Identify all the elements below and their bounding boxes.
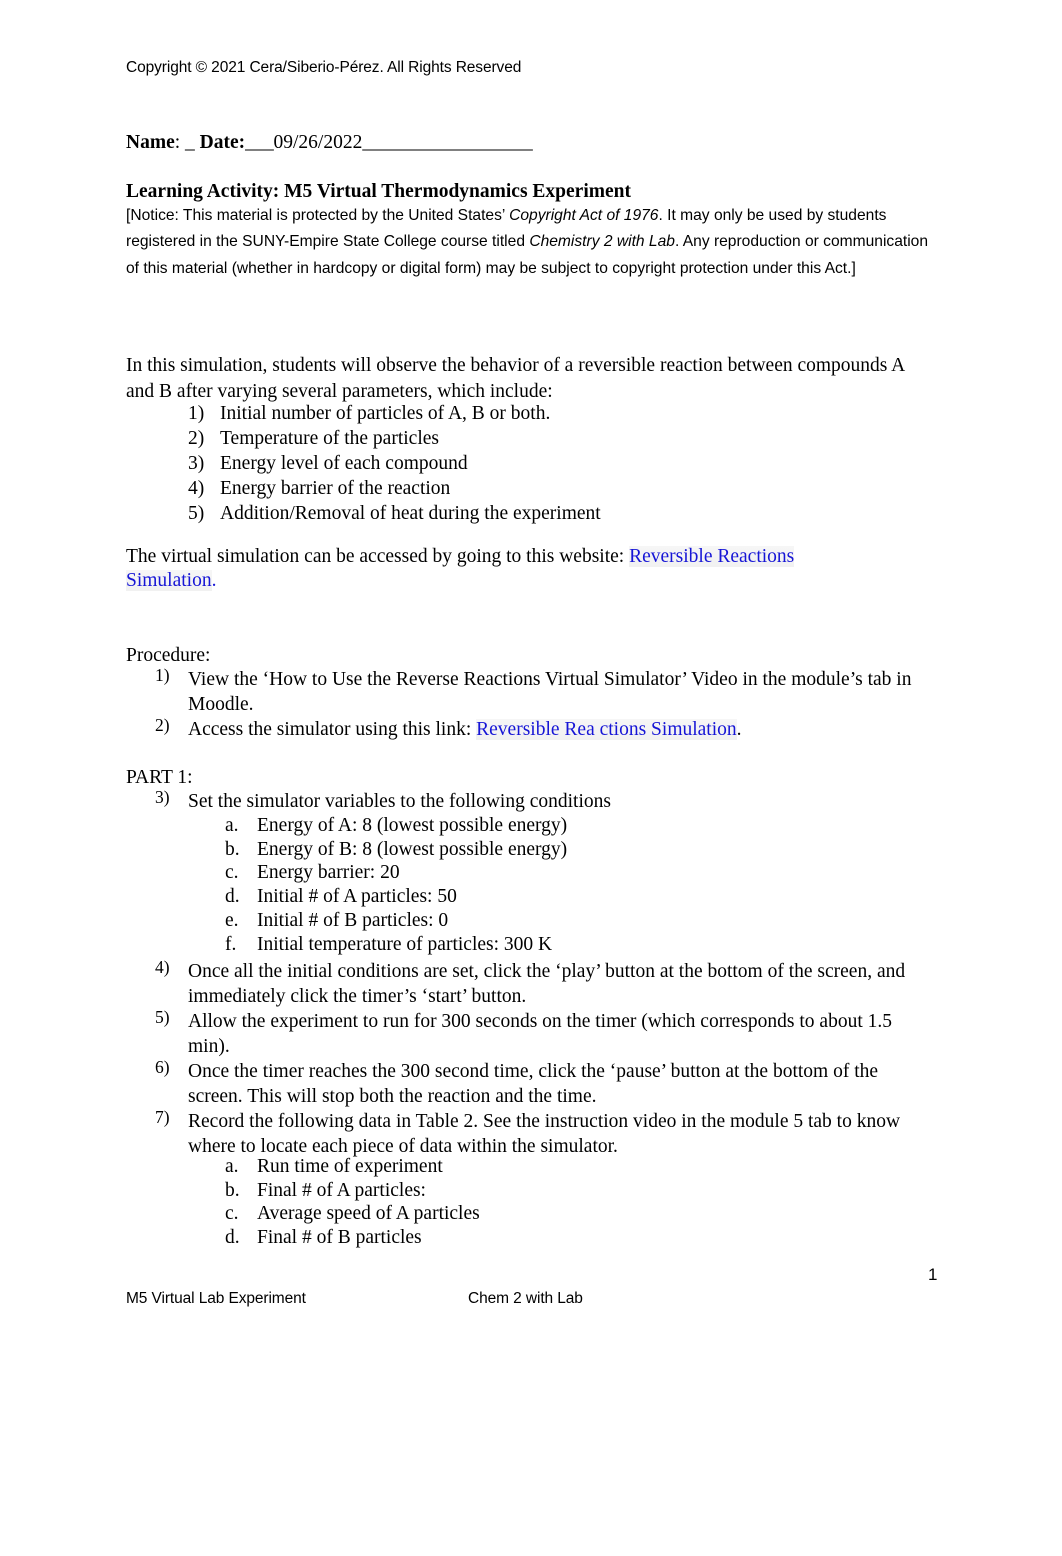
list-item-text: Energy level of each compound xyxy=(220,453,468,474)
list-item: b. Final # of A particles: xyxy=(225,1179,915,1203)
list-marker: 5) xyxy=(155,1007,170,1027)
list-marker: 1) xyxy=(188,403,205,424)
list-item-text: Energy barrier: 20 xyxy=(257,862,400,884)
list-marker: c. xyxy=(225,862,239,884)
footer-left-text: M5 Virtual Lab Experiment xyxy=(126,1290,306,1307)
list-item: 2) Temperature of the particles xyxy=(188,426,928,451)
list-marker: 6) xyxy=(155,1057,170,1077)
list-marker: 2) xyxy=(188,428,205,449)
list-marker: 7) xyxy=(155,1107,170,1127)
part-1-steps-4-7: 4) Once all the initial conditions are s… xyxy=(155,957,930,1159)
list-item: c. Energy barrier: 20 xyxy=(225,861,915,885)
reversible-reactions-simulation-link-2[interactable]: Reversible Rea ctions Simulation xyxy=(476,719,737,740)
date-prefix-rule: ___ xyxy=(245,132,274,153)
list-item: 5) Addition/Removal of heat during the e… xyxy=(188,501,928,526)
list-marker: 4) xyxy=(188,478,205,499)
date-value[interactable]: 09/26/2022 xyxy=(274,132,363,153)
list-item-text: Record the following data in Table 2. Se… xyxy=(188,1111,901,1157)
list-item-text: Allow the experiment to run for 300 seco… xyxy=(188,1011,893,1057)
list-marker: d. xyxy=(225,886,240,908)
list-marker: c. xyxy=(225,1203,239,1225)
name-label: Name xyxy=(126,132,175,153)
footer-center-text: Chem 2 with Lab xyxy=(468,1290,583,1307)
intro-paragraph: In this simulation, students will observ… xyxy=(126,355,905,402)
list-item: 1) Initial number of particles of A, B o… xyxy=(188,401,928,426)
page-number: 1 xyxy=(928,1265,938,1284)
list-item: 6) Once the timer reaches the 300 second… xyxy=(155,1057,930,1109)
list-item-text: View the ‘How to Use the Reverse Reactio… xyxy=(188,669,912,715)
list-marker: 5) xyxy=(188,503,205,524)
list-item-text: Initial # of A particles: 50 xyxy=(257,886,457,908)
simulator-conditions-list: a. Energy of A: 8 (lowest possible energ… xyxy=(225,814,915,956)
list-item: a. Energy of A: 8 (lowest possible energ… xyxy=(225,814,915,838)
list-item: 2) Access the simulator using this link:… xyxy=(155,715,930,742)
list-item: d. Initial # of A particles: 50 xyxy=(225,885,915,909)
list-item: b. Energy of B: 8 (lowest possible energ… xyxy=(225,838,915,862)
list-marker: a. xyxy=(225,815,239,836)
list-item: d. Final # of B particles xyxy=(225,1226,915,1250)
date-suffix-rule: __________________ xyxy=(362,132,533,153)
list-item-text: Energy barrier of the reaction xyxy=(220,478,451,499)
procedure-link-trailing-period: . xyxy=(736,719,742,740)
list-item: 4) Once all the initial conditions are s… xyxy=(155,957,930,1009)
list-marker: e. xyxy=(225,909,239,931)
list-marker: 2) xyxy=(155,715,170,735)
list-item-text: Initial # of B particles: 0 xyxy=(257,909,449,931)
list-item: c. Average speed of A particles xyxy=(225,1202,915,1226)
list-marker: b. xyxy=(225,1179,240,1201)
copyright-act-notice: [Notice: This material is protected by t… xyxy=(126,203,938,282)
list-marker: d. xyxy=(225,1227,240,1249)
list-item: a. Run time of experiment xyxy=(225,1155,915,1179)
notice-italic-course-title: Chemistry 2 with Lab xyxy=(529,233,675,251)
website-access-sentence: The virtual simulation can be accessed b… xyxy=(126,545,866,593)
list-item-text: Energy of B: 8 (lowest possible energy) xyxy=(257,838,568,860)
list-item-text: Initial number of particles of A, B or b… xyxy=(220,403,551,424)
list-marker: f. xyxy=(225,933,237,955)
list-item-text: Run time of experiment xyxy=(257,1156,443,1177)
list-item: 1) View the ‘How to Use the Reverse Reac… xyxy=(155,665,930,717)
list-item: 5) Allow the experiment to run for 300 s… xyxy=(155,1007,930,1059)
list-marker: 3) xyxy=(155,787,170,807)
website-trailing-period: . xyxy=(211,570,217,591)
list-item: f. Initial temperature of particles: 300… xyxy=(225,933,915,957)
website-lead-text: The virtual simulation can be accessed b… xyxy=(126,546,630,567)
list-item-text: Energy of A: 8 (lowest possible energy) xyxy=(257,815,568,836)
activity-title: Learning Activity: M5 Virtual Thermodyna… xyxy=(126,181,631,202)
notice-part-1: [Notice: This material is protected by t… xyxy=(126,207,510,224)
list-item-text: Initial temperature of particles: 300 K xyxy=(257,933,553,955)
list-item-text: Final # of B particles xyxy=(257,1227,422,1249)
list-item-text: Set the simulator variables to the follo… xyxy=(188,791,611,812)
list-item: e. Initial # of B particles: 0 xyxy=(225,909,915,933)
list-marker: b. xyxy=(225,838,240,860)
copyright-notice: Copyright © 2021 Cera/Siberio-Pérez. All… xyxy=(126,59,522,76)
name-separator: : _ xyxy=(174,132,200,153)
list-marker: 4) xyxy=(155,957,170,977)
name-date-line: Name: _ Date:___09/26/2022______________… xyxy=(126,131,533,155)
list-item-text: Addition/Removal of heat during the expe… xyxy=(220,503,601,524)
parameters-list: 1) Initial number of particles of A, B o… xyxy=(188,401,928,526)
part-1-step-3: 3) Set the simulator variables to the fo… xyxy=(155,787,930,814)
list-marker: 1) xyxy=(155,665,170,685)
list-item-text: Average speed of A particles xyxy=(257,1203,480,1225)
notice-italic-copyright-act: Copyright Act of 1976 xyxy=(509,207,659,224)
record-data-list: a. Run time of experiment b. Final # of … xyxy=(225,1155,915,1250)
list-item-text: Final # of A particles: xyxy=(257,1179,426,1201)
procedure-list: 1) View the ‘How to Use the Reverse Reac… xyxy=(155,665,930,742)
procedure-link-lead-text: Access the simulator using this link: xyxy=(188,719,477,740)
date-label: Date: xyxy=(199,132,246,153)
list-item: 7) Record the following data in Table 2.… xyxy=(155,1107,930,1159)
list-item: 3) Set the simulator variables to the fo… xyxy=(155,787,930,814)
list-item-text: Once the timer reaches the 300 second ti… xyxy=(188,1061,879,1107)
list-item: 3) Energy level of each compound xyxy=(188,451,928,476)
list-item-text: Access the simulator using this link: Re… xyxy=(188,717,930,742)
list-item-text: Once all the initial conditions are set,… xyxy=(188,961,906,1007)
list-marker: a. xyxy=(225,1156,239,1177)
list-item: 4) Energy barrier of the reaction xyxy=(188,476,928,501)
list-marker: 3) xyxy=(188,453,205,474)
list-item-text: Temperature of the particles xyxy=(220,428,439,449)
document-page: Copyright © 2021 Cera/Siberio-Pérez. All… xyxy=(0,0,1062,1556)
